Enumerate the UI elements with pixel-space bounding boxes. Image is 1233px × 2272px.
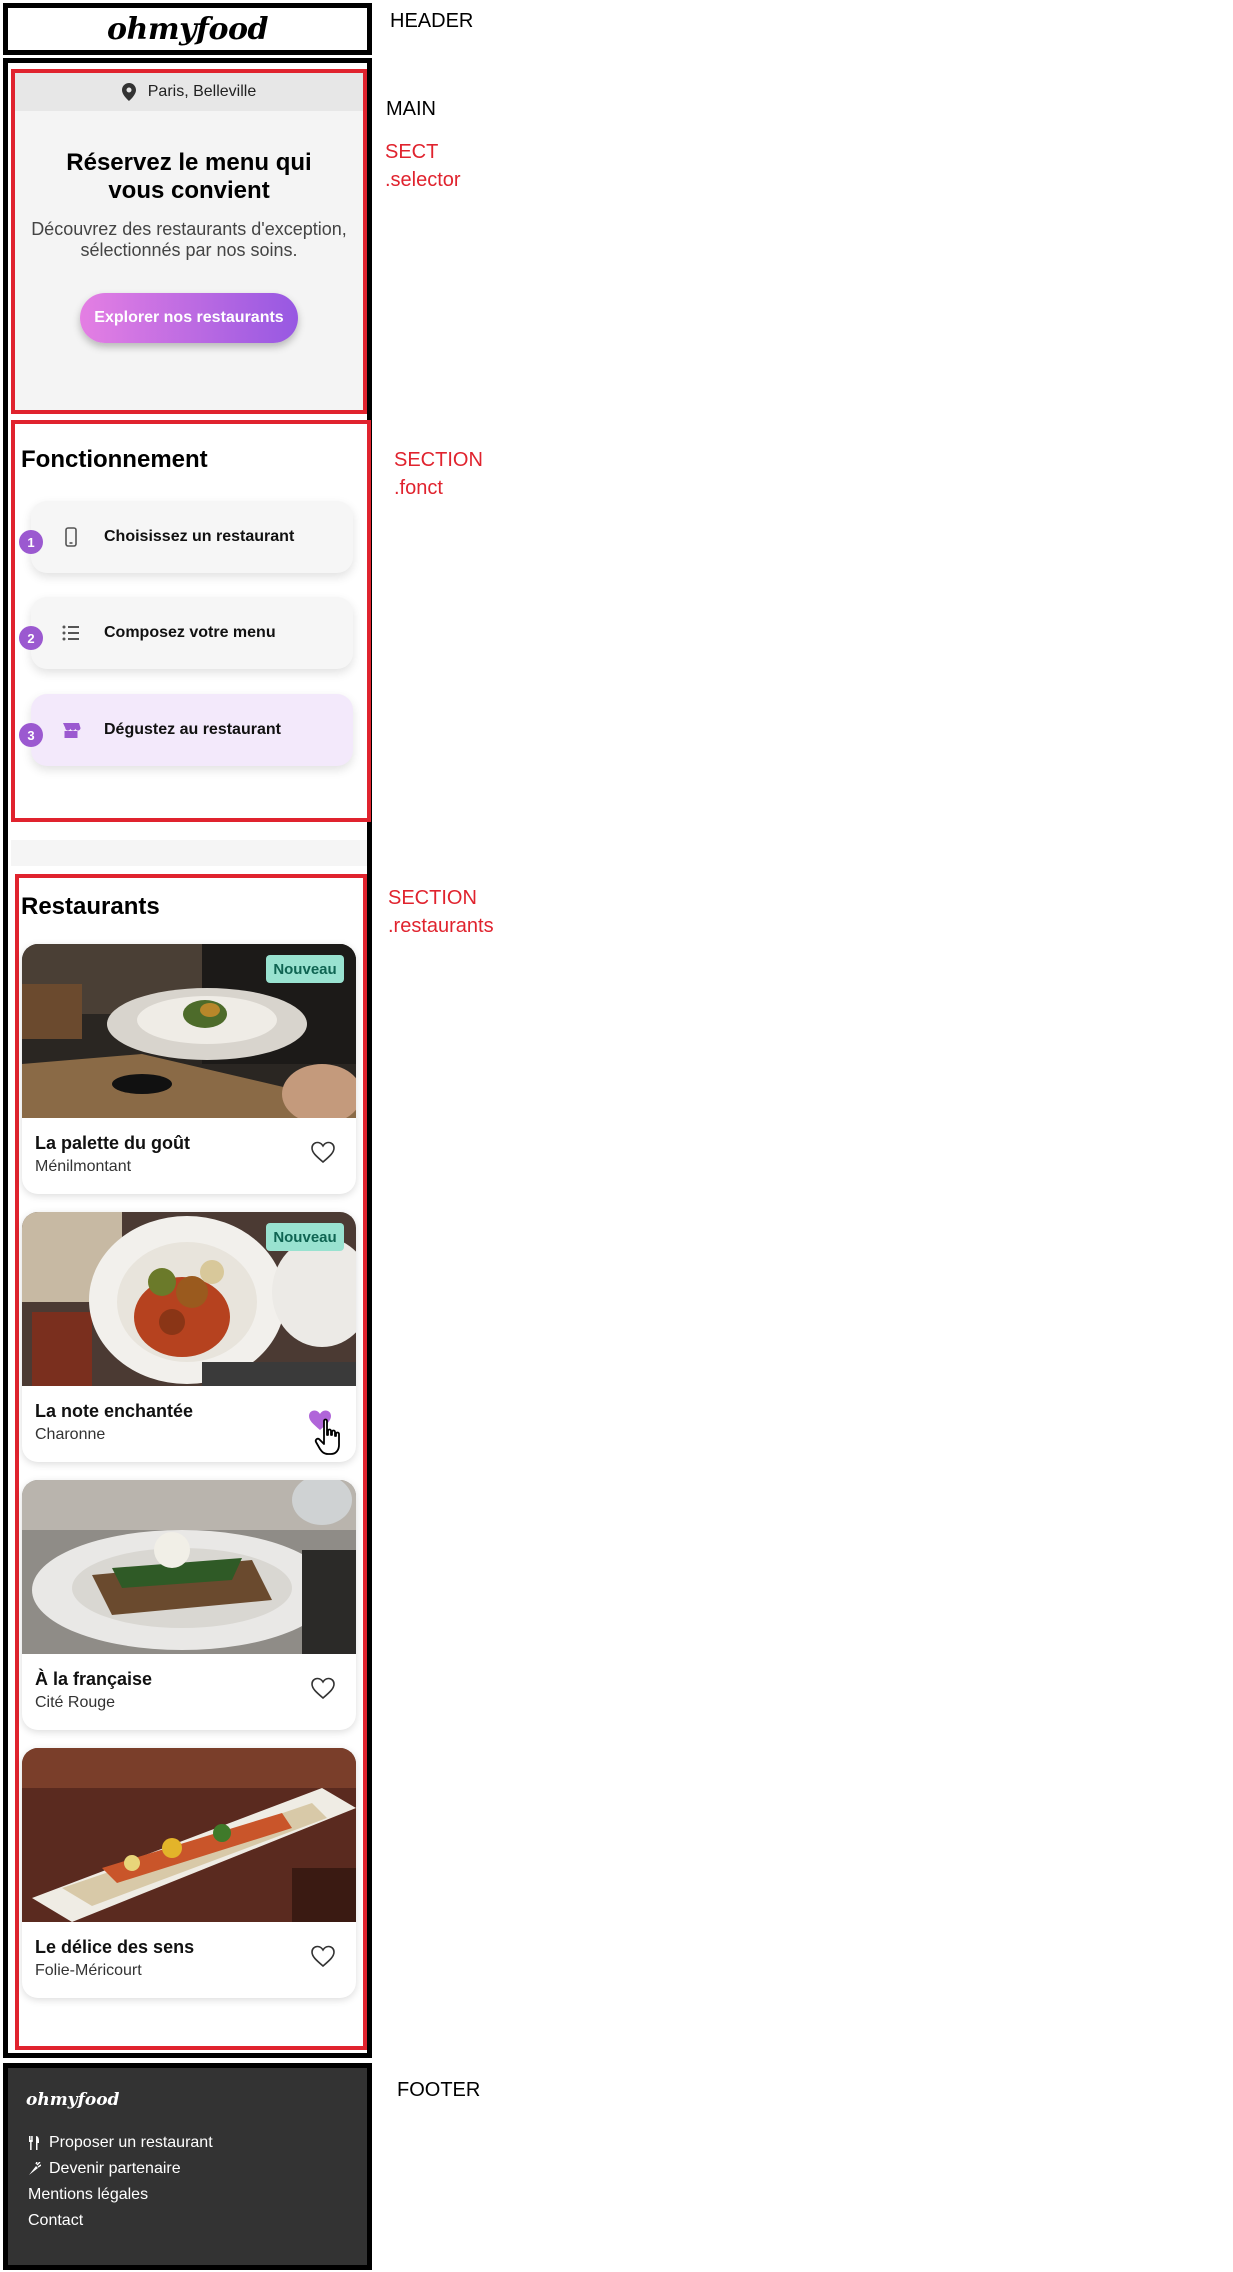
carrot-icon xyxy=(29,2162,41,2175)
restaurant-name: La palette du goût xyxy=(35,1133,190,1153)
restaurant-card-2[interactable]: Nouveau La note enchantée Charonne xyxy=(22,1212,356,1462)
annotation-sect-selector: SECT .selector xyxy=(385,138,461,194)
store-icon xyxy=(63,723,81,738)
step-label-3: Dégustez au restaurant xyxy=(104,721,281,738)
pointer-cursor-icon xyxy=(314,1418,340,1455)
restaurant-area: Ménilmontant xyxy=(35,1158,132,1175)
new-badge: Nouveau xyxy=(266,955,344,983)
utensils-icon xyxy=(29,2136,39,2150)
selector-section: Paris, Belleville Réservez le menu qui v… xyxy=(11,69,367,414)
step-card-3[interactable]: 3 Dégustez au restaurant xyxy=(19,694,353,766)
footer-link-label: Devenir partenaire xyxy=(49,2160,181,2177)
restaurant-name: La note enchantée xyxy=(35,1401,194,1421)
map-pin-icon xyxy=(121,83,136,101)
restaurant-card-3[interactable]: À la française Cité Rouge xyxy=(22,1480,356,1730)
restaurants-title: Restaurants xyxy=(21,893,160,920)
restaurants-section: Restaurants Nouveau La palette du goût M… xyxy=(15,874,367,2050)
step-card-1[interactable]: 1 Choisissez un restaurant xyxy=(19,501,353,573)
annotation-sect-fonct: SECTION .fonct xyxy=(394,446,483,502)
restaurant-name: Le délice des sens xyxy=(35,1937,195,1957)
footer-link-become-partner[interactable]: Devenir partenaire xyxy=(28,2160,181,2178)
location-label: Paris, Belleville xyxy=(147,83,257,100)
new-badge: Nouveau xyxy=(266,1223,344,1251)
fonct-title: Fonctionnement xyxy=(21,446,208,473)
hero-subtitle: Découvrez des restaurants d'exception, s… xyxy=(31,219,347,260)
restaurant-card-1[interactable]: Nouveau La palette du goût Ménilmontant xyxy=(22,944,356,1194)
mobile-phone-icon xyxy=(65,527,77,547)
restaurant-photo-3 xyxy=(22,1480,356,1654)
annotation-header: HEADER xyxy=(390,10,474,32)
annotation-main: MAIN xyxy=(386,98,436,120)
heart-outline-icon[interactable] xyxy=(310,1140,336,1164)
header: ohmyfood xyxy=(3,3,372,55)
annotation-restos-line2: .restaurants xyxy=(388,915,494,937)
annotation-restos-line1: SECTION xyxy=(388,887,477,909)
footer-link-propose-restaurant[interactable]: Proposer un restaurant xyxy=(28,2134,213,2152)
location-bar[interactable]: Paris, Belleville xyxy=(15,73,363,111)
step-label-1: Choisissez un restaurant xyxy=(104,528,295,545)
footer-link-label: Mentions légales xyxy=(28,2186,149,2203)
annotation-fonct-line1: SECTION xyxy=(394,449,483,471)
annotation-sect-restaurants: SECTION .restaurants xyxy=(388,884,494,940)
footer: ohmyfood Proposer un restaurant Devenir … xyxy=(3,2063,372,2270)
step-number-3: 3 xyxy=(19,723,43,747)
step-number-1: 1 xyxy=(19,530,43,554)
section-divider xyxy=(11,840,367,866)
annotation-fonct-line2: .fonct xyxy=(394,477,443,499)
annotation-footer: FOOTER xyxy=(397,2079,481,2101)
heart-outline-icon[interactable] xyxy=(310,1676,336,1700)
restaurant-area: Charonne xyxy=(35,1426,106,1443)
footer-link-label: Proposer un restaurant xyxy=(49,2134,213,2151)
heart-outline-icon[interactable] xyxy=(310,1944,336,1968)
footer-logo[interactable]: ohmyfood xyxy=(26,2090,119,2110)
annotation-sect-line2: .selector xyxy=(385,169,461,191)
step-number-2: 2 xyxy=(19,626,43,650)
fonct-section: Fonctionnement 1 Choisissez un restauran… xyxy=(11,420,371,822)
footer-link-legal[interactable]: Mentions légales xyxy=(28,2186,148,2204)
hero-title: Réservez le menu qui vous convient xyxy=(66,149,312,204)
restaurant-photo-4 xyxy=(22,1748,356,1922)
restaurant-card-4[interactable]: Le délice des sens Folie-Méricourt xyxy=(22,1748,356,1998)
footer-link-contact[interactable]: Contact xyxy=(28,2212,83,2230)
step-card-2[interactable]: 2 Composez votre menu xyxy=(19,597,353,669)
restaurant-area: Folie-Méricourt xyxy=(35,1962,142,1979)
step-label-2: Composez votre menu xyxy=(104,624,276,641)
list-icon xyxy=(62,625,79,641)
explore-restaurants-button[interactable]: Explorer nos restaurants xyxy=(80,293,298,343)
header-logo[interactable]: ohmyfood xyxy=(107,12,268,47)
footer-link-label: Contact xyxy=(28,2212,84,2229)
restaurant-area: Cité Rouge xyxy=(35,1694,116,1711)
restaurant-name: À la française xyxy=(35,1669,153,1689)
annotation-sect-line1: SECT xyxy=(385,141,439,163)
